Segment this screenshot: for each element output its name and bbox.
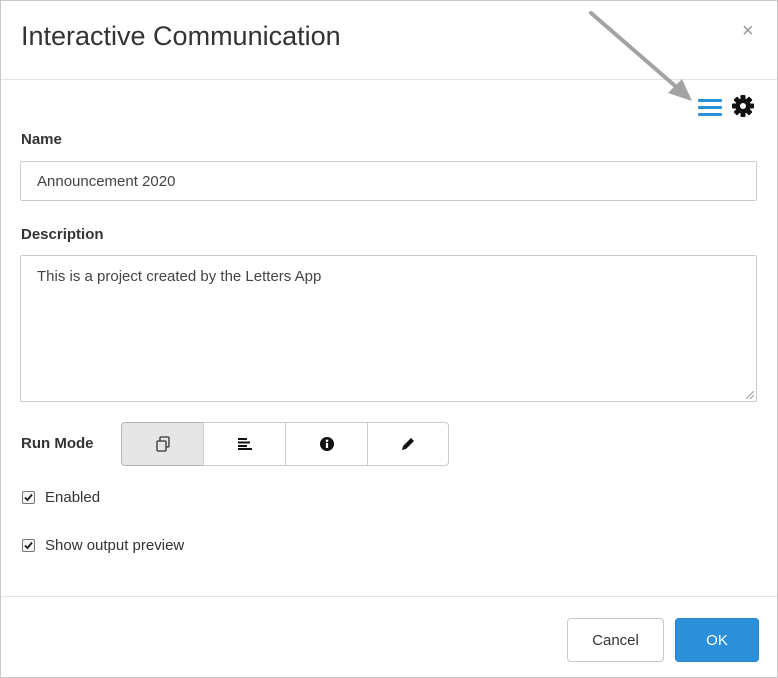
- close-button[interactable]: ×: [742, 21, 754, 41]
- check-icon: [24, 493, 33, 502]
- name-field[interactable]: Announcement 2020: [20, 161, 757, 201]
- dialog: Interactive Communication × Name Announc…: [0, 0, 778, 678]
- check-icon: [24, 541, 33, 550]
- enabled-checkbox-row[interactable]: Enabled: [22, 489, 100, 506]
- ok-button[interactable]: OK: [675, 618, 759, 662]
- enabled-checkbox[interactable]: [22, 491, 35, 504]
- description-label: Description: [21, 226, 104, 243]
- show-output-preview-checkbox-row[interactable]: Show output preview: [22, 537, 184, 554]
- copy-icon: [155, 436, 170, 452]
- run-mode-info-button[interactable]: [285, 422, 368, 466]
- cancel-button[interactable]: Cancel: [567, 618, 664, 662]
- resize-handle-icon[interactable]: [746, 391, 754, 399]
- align-left-icon: [237, 438, 252, 450]
- description-field[interactable]: This is a project created by the Letters…: [20, 255, 757, 402]
- pencil-icon: [402, 438, 414, 450]
- menu-icon[interactable]: [698, 97, 722, 117]
- name-label: Name: [21, 131, 62, 148]
- enabled-label: Enabled: [45, 489, 101, 506]
- footer-divider: [1, 596, 777, 597]
- gear-icon[interactable]: [732, 95, 754, 117]
- run-mode-edit-button[interactable]: [367, 422, 449, 466]
- dialog-title: Interactive Communication: [21, 21, 341, 51]
- show-output-preview-checkbox[interactable]: [22, 539, 35, 552]
- run-mode-label: Run Mode: [21, 435, 94, 452]
- description-text: This is a project created by the Letters…: [37, 268, 322, 285]
- annotation-arrow: [589, 11, 692, 101]
- run-mode-align-button[interactable]: [203, 422, 286, 466]
- run-mode-copy-button[interactable]: [121, 422, 204, 466]
- show-output-preview-label: Show output preview: [45, 537, 185, 554]
- info-icon: [319, 437, 334, 451]
